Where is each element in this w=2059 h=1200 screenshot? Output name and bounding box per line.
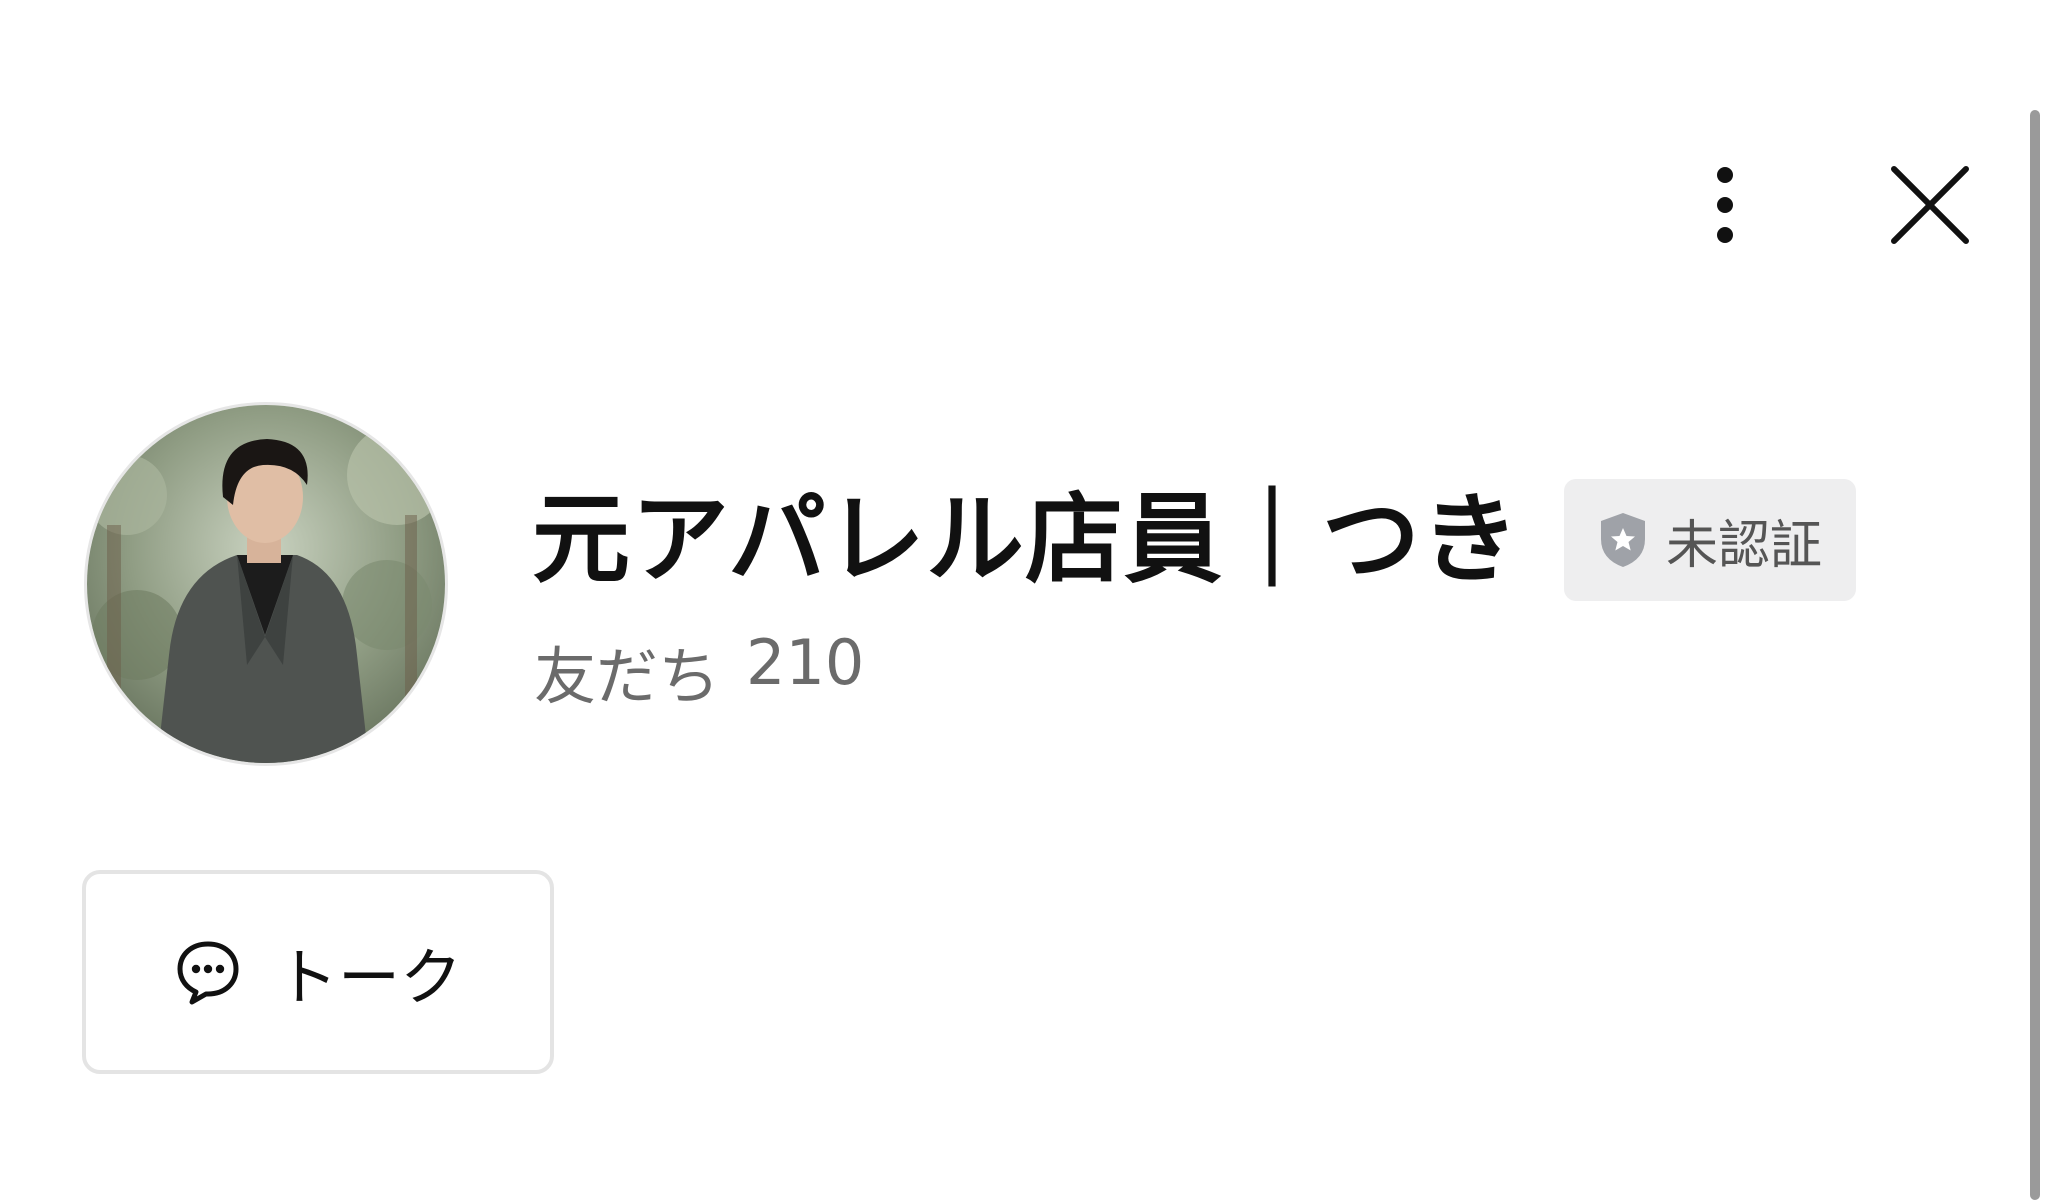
avatar-photo — [87, 405, 445, 763]
profile-name: 元アパレル店員｜つき — [532, 483, 1521, 597]
profile-name-row: 元アパレル店員｜つき 未認証 — [532, 478, 1857, 602]
chat-bubble-icon — [174, 938, 242, 1006]
profile-panel: 元アパレル店員｜つき 未認証 友だち 210 トーク — [0, 0, 2059, 1200]
close-button[interactable] — [1880, 155, 1980, 255]
friends-label: 友だち — [534, 640, 721, 713]
vertical-ellipsis-icon — [1717, 167, 1733, 243]
status-badge[interactable]: 未認証 — [1564, 479, 1857, 601]
talk-button[interactable]: トーク — [82, 870, 554, 1074]
scrollbar-thumb[interactable] — [2030, 110, 2040, 1200]
shield-star-icon — [1598, 511, 1648, 569]
talk-button-label: トーク — [275, 941, 462, 1014]
avatar[interactable] — [84, 402, 448, 766]
close-icon — [1891, 166, 1969, 244]
friends-count: 友だち 210 — [534, 626, 864, 716]
friends-number: 210 — [746, 626, 865, 699]
status-badge-label: 未認証 — [1666, 515, 1823, 576]
more-options-button[interactable] — [1690, 150, 1760, 260]
